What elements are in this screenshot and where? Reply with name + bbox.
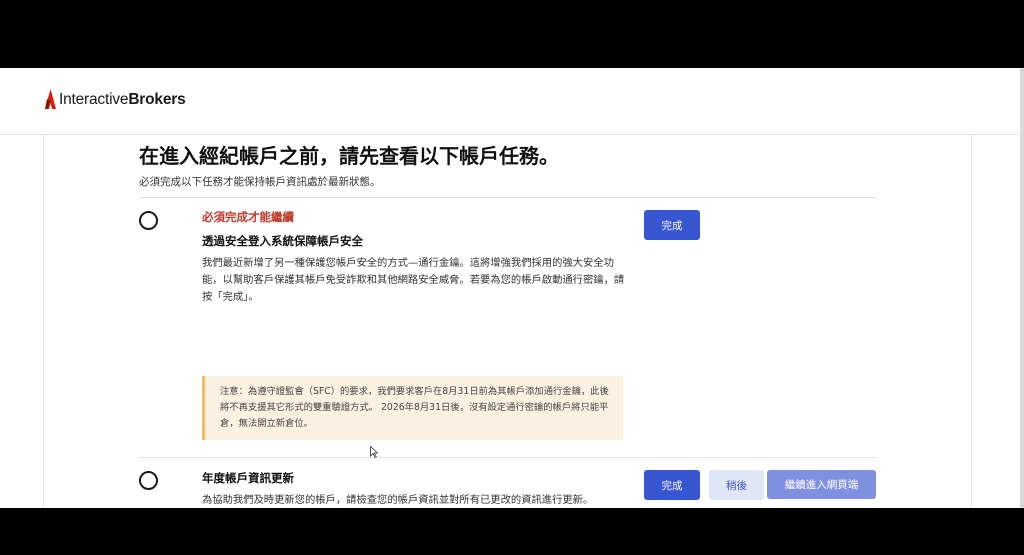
page: InteractiveBrokers 在進入經紀帳戶之前，請先查看以下帳戶任務。… xyxy=(0,68,1024,508)
scrollbar-strip[interactable] xyxy=(1020,68,1024,508)
task-2-later-button[interactable]: 稍後 xyxy=(709,470,764,500)
header: InteractiveBrokers xyxy=(0,68,1020,135)
task-1-title: 透過安全登入系統保障帳戶安全 xyxy=(202,234,363,248)
logo-text-bold: Brokers xyxy=(128,91,186,108)
task-1-notice: 注意：為遵守證監會（SFC）的要求，我們要求客戶在8月31日前為其帳戶添加通行金… xyxy=(202,376,623,440)
logo-flame-icon xyxy=(45,89,56,109)
logo[interactable]: InteractiveBrokers xyxy=(44,89,186,111)
page-title: 在進入經紀帳戶之前，請先查看以下帳戶任務。 xyxy=(139,144,559,168)
task-1-description: 我們最近新增了另一種保護您帳戶安全的方式—通行金鑰。這將增強我們採用的強大安全功… xyxy=(202,257,625,303)
letterbox-top xyxy=(0,0,1024,68)
task-1-radio[interactable] xyxy=(139,211,158,230)
page-subtitle: 必須完成以下任務才能保持帳戶資訊處於最新狀態。 xyxy=(139,176,381,188)
task-2-radio[interactable] xyxy=(139,471,158,490)
required-label: 必須完成才能繼續 xyxy=(202,210,294,224)
task-1-complete-button[interactable]: 完成 xyxy=(644,210,700,240)
divider xyxy=(139,197,877,198)
tasks-card: 在進入經紀帳戶之前，請先查看以下帳戶任務。 必須完成以下任務才能保持帳戶資訊處於… xyxy=(43,135,972,508)
mouse-cursor-icon xyxy=(370,446,378,458)
logo-text-light: Interactive xyxy=(59,91,129,108)
task-2-description: 為協助我們及時更新您的帳戶，請檢查您的帳戶資訊並對所有已更改的資訊進行更新。 xyxy=(202,494,594,506)
task-2-complete-button[interactable]: 完成 xyxy=(644,470,700,500)
continue-to-portal-button[interactable]: 繼續進入網頁端 xyxy=(767,470,876,499)
divider xyxy=(139,457,877,458)
letterbox-bottom xyxy=(0,508,1024,555)
task-2-title: 年度帳戶資訊更新 xyxy=(202,471,294,485)
logo-text: InteractiveBrokers xyxy=(59,91,186,109)
